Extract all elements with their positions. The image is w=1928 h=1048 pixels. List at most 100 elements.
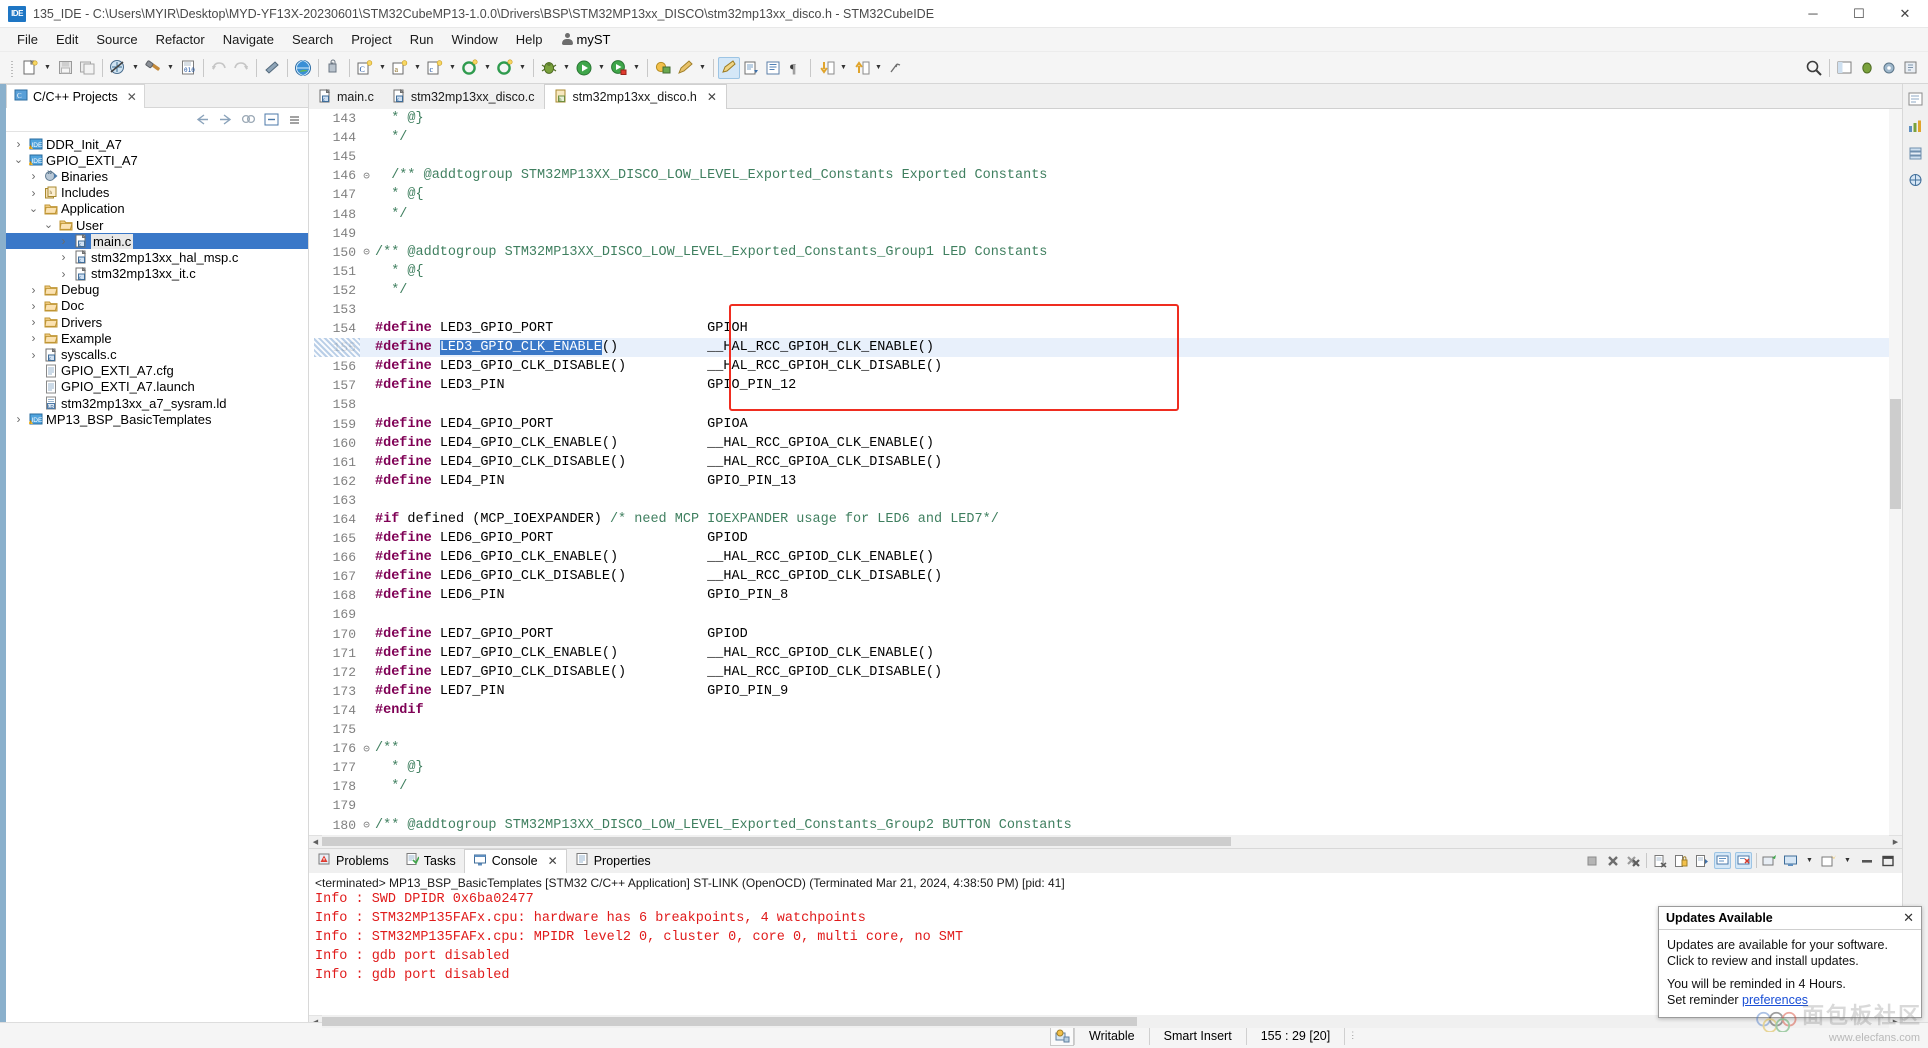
redo-icon[interactable] [230,57,252,79]
new-console-view-icon[interactable] [1761,852,1778,869]
run-external-dropdown[interactable]: ▼ [630,57,643,79]
source-code-area[interactable]: 143 * @}144 */145146⊝ /** @addtogroup ST… [314,109,1902,835]
code-line-156[interactable]: 156#define LED3_GPIO_CLK_DISABLE() __HAL… [314,357,1902,376]
tree-item-syscalls-c[interactable]: ›csyscalls.c [6,346,308,362]
undo-icon[interactable] [208,57,230,79]
new-a-project-dropdown[interactable]: ▼ [411,57,424,79]
maximize-panel-icon[interactable] [1879,852,1896,869]
chevron-right-icon[interactable]: › [27,315,40,329]
chevron-down-icon[interactable]: ⌄ [12,153,25,167]
code-line-177[interactable]: 177 * @} [314,758,1902,777]
build-all-icon[interactable] [107,57,129,79]
tree-item-mp13-bsp-basictemplates[interactable]: ›IDE!MP13_BSP_BasicTemplates [6,411,308,427]
code-line-160[interactable]: 160#define LED4_GPIO_CLK_ENABLE() __HAL_… [314,434,1902,453]
tree-item-stm32mp13xx-it-c[interactable]: ›cstm32mp13xx_it.c [6,266,308,282]
menu-file[interactable]: File [8,30,47,49]
code-line-145[interactable]: 145 [314,147,1902,166]
show-whitespace-icon[interactable] [762,57,784,79]
tree-item-user[interactable]: ⌄User [6,217,308,233]
project-tree[interactable]: ›IDE!DDR_Init_A7⌄IDE!GPIO_EXTI_A7›10Bina… [6,132,308,1022]
bottom-tab-tasks[interactable]: Tasks [397,849,464,873]
updates-available-popup[interactable]: Updates Available ✕ Updates are availabl… [1658,906,1922,1018]
code-line-178[interactable]: 178 */ [314,777,1902,796]
toggle-mark-occurrences-icon[interactable] [740,57,762,79]
debug-dropdown[interactable]: ▼ [560,57,573,79]
open-console-dropdown[interactable]: ▼ [1841,850,1854,872]
chevron-right-icon[interactable]: › [27,186,40,200]
code-line-174[interactable]: 174#endif [314,701,1902,720]
editor-scroll-thumb[interactable] [1890,399,1901,509]
pen-icon[interactable] [674,57,696,79]
pin-console-icon[interactable] [1735,852,1752,869]
fold-collapse-icon[interactable]: ⊝ [360,245,373,259]
tree-item-binaries[interactable]: ›10Binaries [6,168,308,184]
code-line-171[interactable]: 171#define LED7_GPIO_CLK_ENABLE() __HAL_… [314,644,1902,663]
code-line-173[interactable]: 173#define LED7_PIN GPIO_PIN_9 [314,682,1902,701]
code-line-179[interactable]: 179 [314,796,1902,815]
display-console-dropdown[interactable]: ▼ [1803,850,1816,872]
code-line-172[interactable]: 172#define LED7_GPIO_CLK_DISABLE() __HAL… [314,663,1902,682]
link-editor-icon[interactable] [240,112,256,128]
menu-window[interactable]: Window [443,30,507,49]
new-c-file-dropdown[interactable]: ▼ [446,57,459,79]
editor-tab-main-c[interactable]: cmain.c [309,84,383,109]
editor-viewport[interactable]: 143 * @}144 */145146⊝ /** @addtogroup ST… [309,109,1902,835]
open-perspective-button[interactable] [1900,57,1922,79]
code-line-162[interactable]: 162#define LED4_PIN GPIO_PIN_13 [314,472,1902,491]
build-config-icon[interactable]: 010 [177,57,199,79]
next-annotation-icon[interactable] [815,57,837,79]
code-line-163[interactable]: 163 [314,491,1902,510]
new-class-dropdown[interactable]: ▼ [481,57,494,79]
tree-item-doc[interactable]: ›Doc [6,298,308,314]
notification-line-2[interactable]: Click to review and install updates. [1667,953,1913,969]
code-line-169[interactable]: 169 [314,605,1902,624]
lock-scroll-icon[interactable] [1672,852,1689,869]
remove-all-terminated-icon[interactable] [1625,852,1642,869]
previous-annotation-dropdown[interactable]: ▼ [872,57,885,79]
myst-account[interactable]: myST [552,32,611,47]
toggle-block-selection-icon[interactable] [718,57,740,79]
collapse-all-icon[interactable] [263,112,279,128]
code-line-157[interactable]: 157#define LED3_PIN GPIO_PIN_12 [314,376,1902,395]
chevron-right-icon[interactable]: › [27,169,40,183]
menu-help[interactable]: Help [507,30,552,49]
code-line-153[interactable]: 153 [314,300,1902,319]
build-dropdown[interactable]: ▼ [164,57,177,79]
tree-item-ddr-init-a7[interactable]: ›IDE!DDR_Init_A7 [6,136,308,152]
menu-project[interactable]: Project [342,30,400,49]
tree-item-debug[interactable]: ›Debug [6,282,308,298]
bottom-tab-close-icon[interactable]: ✕ [548,854,558,868]
run-icon[interactable] [573,57,595,79]
chevron-right-icon[interactable]: › [12,412,25,426]
code-line-144[interactable]: 144 */ [314,128,1902,147]
console-hscroll-track[interactable] [322,1015,1889,1028]
pen-dropdown[interactable]: ▼ [696,57,709,79]
sfr-view-icon[interactable] [1907,171,1925,189]
toolbar-grip[interactable] [8,57,17,79]
scroll-lock-toggle-icon[interactable] [1693,852,1710,869]
code-line-159[interactable]: 159#define LED4_GPIO_PORT GPIOA [314,415,1902,434]
perspective-device-config-icon[interactable] [1878,57,1900,79]
open-console-icon[interactable] [1820,852,1837,869]
search-icon[interactable] [1803,57,1825,79]
chevron-right-icon[interactable]: › [27,299,40,313]
display-selected-console-icon[interactable] [1782,852,1799,869]
code-line-175[interactable]: 175 [314,720,1902,739]
chevron-right-icon[interactable]: › [57,250,70,264]
static-stack-analyzer-icon[interactable] [1907,144,1925,162]
editor-vertical-scrollbar[interactable] [1889,109,1902,835]
tree-item-stm32mp13xx-hal-msp-c[interactable]: ›cstm32mp13xx_hal_msp.c [6,249,308,265]
chevron-right-icon[interactable]: › [57,267,70,281]
previous-annotation-icon[interactable] [850,57,872,79]
chevron-down-icon[interactable]: ⌄ [27,202,40,216]
save-all-icon[interactable] [76,57,98,79]
code-line-166[interactable]: 166#define LED6_GPIO_CLK_ENABLE() __HAL_… [314,548,1902,567]
perspective-debug-icon[interactable] [1856,57,1878,79]
chevron-right-icon[interactable]: › [27,348,40,362]
menu-run[interactable]: Run [401,30,443,49]
bottom-tab-console[interactable]: Console✕ [464,849,567,873]
tree-item-application[interactable]: ⌄Application [6,201,308,217]
minimize-panel-icon[interactable] [1858,852,1875,869]
menu-navigate[interactable]: Navigate [214,30,283,49]
code-line-161[interactable]: 161#define LED4_GPIO_CLK_DISABLE() __HAL… [314,453,1902,472]
